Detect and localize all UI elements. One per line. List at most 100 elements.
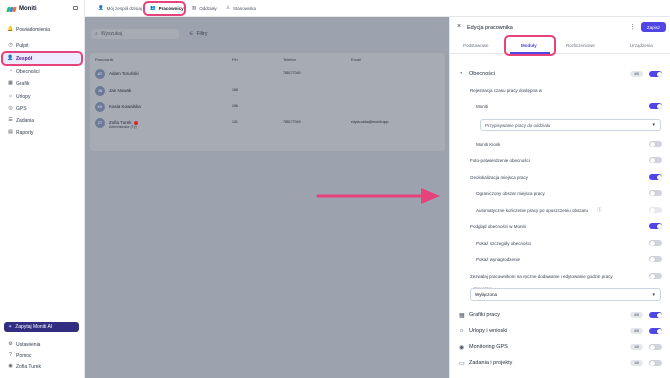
kiosk-row: Moniti Kiosk xyxy=(450,140,670,148)
sidebar-item-label: Raporty xyxy=(16,129,34,136)
show-salary-toggle[interactable] xyxy=(649,256,662,262)
module-row: ☼ Urlopy i wnioski 4/5 xyxy=(450,326,670,336)
sidebar-bottom-item[interactable]: ◉ Zofia Turek xyxy=(3,361,82,372)
show-details-toggle[interactable] xyxy=(649,240,662,246)
location-icon: ◉ xyxy=(459,344,465,351)
tab-basic[interactable]: Podstawowe xyxy=(463,43,489,48)
sidebar-bottom-item[interactable]: ⚙ Ustawienia xyxy=(3,339,82,350)
auto-end-toggle[interactable] xyxy=(649,207,662,213)
moniti-toggle[interactable] xyxy=(649,103,662,109)
module-label: Grafiki pracy xyxy=(469,312,500,318)
show-salary-row: Pokaż wynagrodzenie xyxy=(450,255,670,263)
tab-settlement[interactable]: Rozliczeniowe xyxy=(566,43,595,48)
show-details-row: Pokaż szczegóły obecności xyxy=(450,239,670,247)
module-toggle[interactable] xyxy=(649,312,662,318)
column-header[interactable]: Pin xyxy=(232,57,238,62)
panel-tabs: Podstawowe Moduły Rozliczeniowe Urządzen… xyxy=(450,39,670,54)
sidebar-item-grafik[interactable]: ▦ Grafik xyxy=(3,78,82,89)
column-header[interactable]: Pracownik xyxy=(95,57,113,62)
clock-icon: ◔ xyxy=(459,71,463,77)
avatar: AT xyxy=(95,69,105,79)
limited-area-toggle[interactable] xyxy=(649,190,662,196)
ask-ai-button[interactable]: ✦ Zapytaj Moniti AI xyxy=(4,322,79,332)
registration-row: Rejestracja czasu pracy dostępna w xyxy=(450,86,670,94)
employees-table: Pracownik Pin Telefon Email AT Adam Toruń… xyxy=(90,53,445,151)
sidebar-bottom-item[interactable]: ? Pomoc xyxy=(3,350,82,361)
folder-icon: ▭ xyxy=(459,360,465,367)
assign-branch-select[interactable]: Przypisywanie pracy do oddziału ▾ xyxy=(480,119,661,131)
sidebar-item-label: Pulpit xyxy=(16,42,29,49)
sidebar-item-pulpit[interactable]: ◷ Pulpit xyxy=(3,40,82,51)
column-header[interactable]: Telefon xyxy=(283,57,296,62)
annotation-arrow xyxy=(316,188,440,204)
sidebar-item-powiadomienia[interactable]: 🔔 Powiadomienia xyxy=(3,24,82,35)
sidebar-item-gps[interactable]: ◎ GPS xyxy=(3,103,82,114)
table-row[interactable]: ZT Zofia Turek Administrator (Ty) 121 785177… xyxy=(90,115,445,131)
sidebar-item-urlopy[interactable]: ☼ Urlopy xyxy=(3,91,82,102)
preview-toggle[interactable] xyxy=(649,223,662,229)
attendance-toggle[interactable] xyxy=(649,71,662,77)
info-icon[interactable]: ⓘ xyxy=(597,207,602,213)
employee-email: edyta.osika@moniti.app xyxy=(351,120,389,124)
employee-name-text: Kasia Kowalska xyxy=(109,104,141,109)
tab-label: Mój zespół dzisiaj xyxy=(106,5,142,11)
limited-area-label: Ograniczony obszar miejsca pracy xyxy=(476,190,545,196)
employee-name: Adam Toruński xyxy=(109,71,139,76)
checklist-icon: ☰ xyxy=(8,117,13,123)
moniti-logo[interactable]: Moniti xyxy=(6,5,37,13)
sidebar-item-zadania[interactable]: ☰ Zadania xyxy=(3,115,82,126)
sidebar-item-label: Zofia Turek xyxy=(16,363,42,370)
sidebar-item-label: Ustawienia xyxy=(16,341,41,348)
employee-pin: 156 xyxy=(232,104,238,108)
badge-icon: ♙ xyxy=(226,5,231,10)
ask-ai-label: Zapytaj Moniti AI xyxy=(15,324,53,330)
more-options-icon[interactable]: ⋮ xyxy=(629,23,636,31)
save-button[interactable]: Zapisz xyxy=(641,22,666,32)
tab-positions[interactable]: ♙ Stanowiska xyxy=(223,3,259,13)
moniti-label: Moniti xyxy=(476,103,489,109)
building-icon: ▥ xyxy=(192,5,197,10)
sidebar-collapse-icon[interactable] xyxy=(73,6,78,10)
show-details-label: Pokaż szczegóły obecności xyxy=(476,240,532,246)
show-salary-label: Pokaż wynagrodzenie xyxy=(476,256,521,262)
attendance-label: Obecności xyxy=(469,71,495,77)
sun-icon: ☼ xyxy=(459,328,465,334)
tab-branches[interactable]: ▥ Oddziały xyxy=(189,3,220,13)
panel-title: Edycja pracownika xyxy=(467,25,513,31)
employee-name-text: Jan Nowak xyxy=(109,88,132,93)
manual-hours-toggle[interactable] xyxy=(649,273,662,279)
module-row: ▦ Grafiki pracy 4/5 xyxy=(450,310,670,320)
search-input[interactable]: ⌕ Wyszukaj xyxy=(91,29,179,39)
table-row[interactable]: KK Kasia Kowalska 156 xyxy=(90,99,445,115)
close-icon[interactable]: × xyxy=(457,23,461,30)
module-label: Monitoring GPS xyxy=(469,344,508,350)
photo-confirm-row: Foto-potwierdzenie obecności xyxy=(450,156,670,164)
module-toggle[interactable] xyxy=(649,344,662,350)
remote-work-select[interactable]: Wyłączona ▾ xyxy=(470,288,661,301)
table-row[interactable]: AT Adam Toruński 785177040 xyxy=(90,66,445,82)
column-header[interactable]: Email xyxy=(351,57,361,62)
sidebar-item-raporty[interactable]: ▤ Raporty xyxy=(3,127,82,138)
manual-hours-row: Zezwalaj pracownikom na ręczne dodawanie… xyxy=(450,272,670,280)
preview-row: Podgląd obecności w Moniti xyxy=(450,222,670,230)
kiosk-toggle[interactable] xyxy=(649,141,662,147)
tab-devices[interactable]: Urządzenia xyxy=(630,43,653,48)
help-icon: ? xyxy=(9,352,12,358)
chevron-down-icon: ▾ xyxy=(652,292,655,298)
geolocation-toggle[interactable] xyxy=(649,174,662,180)
avatar: JN xyxy=(95,86,105,96)
tab-my-team-today[interactable]: 👤 Mój zespół dzisiaj xyxy=(95,3,145,13)
module-count-badge: 1/5 xyxy=(630,360,643,366)
photo-confirm-toggle[interactable] xyxy=(649,157,662,163)
panel-header: × Edycja pracownika ⋮ Zapisz xyxy=(450,17,670,38)
employee-phone: 785177040 xyxy=(283,71,301,75)
remote-work-value: Wyłączona xyxy=(475,292,497,297)
sidebar-item-obecno-ci[interactable]: ◔ Obecności xyxy=(3,66,82,77)
module-toggle[interactable] xyxy=(649,328,662,334)
table-row[interactable]: JN Jan Nowak 158 xyxy=(90,83,445,99)
module-toggle[interactable] xyxy=(649,360,662,366)
module-row: ▭ Zadania i projekty 1/5 xyxy=(450,358,670,368)
employee-phone: 785177040 xyxy=(283,120,301,124)
filters-button[interactable]: ⚟ Filtry xyxy=(189,31,207,37)
edit-employee-panel: × Edycja pracownika ⋮ Zapisz Podstawowe … xyxy=(449,17,670,378)
